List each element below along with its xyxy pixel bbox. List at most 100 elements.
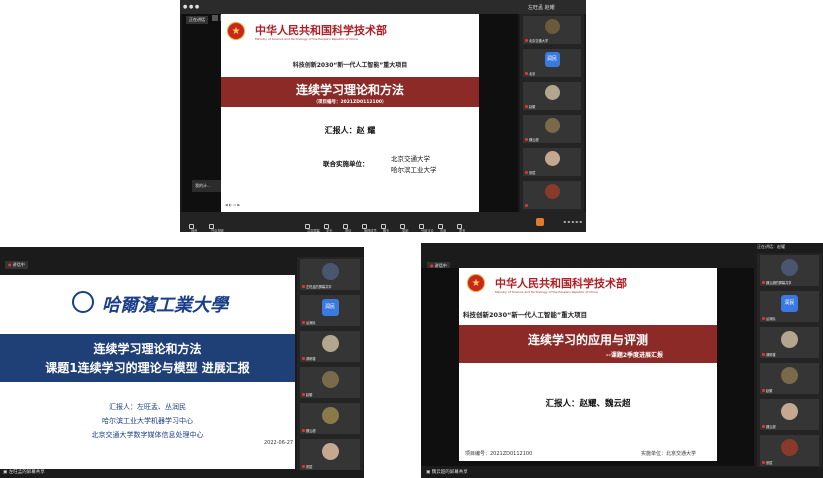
participant-tile[interactable]: 赵耀 bbox=[523, 82, 581, 110]
participant-tile[interactable]: 魏云超的屏幕共享 bbox=[760, 255, 819, 286]
right-share-label: ▣ 魏云超的屏幕共享 bbox=[426, 470, 468, 475]
muted-mic-icon bbox=[302, 357, 305, 360]
participant-name: 调研楼 bbox=[302, 356, 316, 361]
participant-avatar bbox=[781, 367, 798, 384]
participant-avatar bbox=[321, 263, 339, 280]
invite-button[interactable]: 邀请 bbox=[336, 224, 354, 232]
ministry-title: 中华人民共和国科学技术部 bbox=[255, 24, 387, 37]
left-unit-1: 哈尔滨工业大学机器学习中心 bbox=[102, 417, 193, 425]
window-controls[interactable]: ● ● ● bbox=[183, 4, 199, 10]
ministry-english: Ministry of Science and Technology of th… bbox=[255, 37, 358, 41]
unit-1: 北京交通大学 bbox=[391, 155, 430, 163]
right-ministry-title: 中华人民共和国科学技术部 bbox=[495, 277, 627, 290]
right-project-name: 科技创新2030“新一代人工智能”重大项目 bbox=[463, 311, 588, 319]
project-number: （项目编号：2021ZD0112100） bbox=[313, 100, 387, 105]
participant-tile[interactable]: 润民 丛润民 bbox=[300, 295, 360, 326]
participant-name-text: 调研楼 bbox=[766, 353, 776, 357]
right-speaker-label: 正在讲话：赵耀 bbox=[757, 244, 785, 249]
slide-footer-controls[interactable]: ◀ ◐ ▭ ▶ bbox=[225, 203, 240, 207]
right-title-band: 连续学习的应用与评测 --课题2季度进展汇报 bbox=[459, 325, 717, 363]
participant-tile[interactable]: 北京交通大学 bbox=[523, 16, 581, 44]
more-button[interactable]: 更多 bbox=[450, 224, 468, 232]
university-name: 哈爾濱工業大學 bbox=[102, 295, 228, 316]
participant-tile[interactable] bbox=[523, 181, 581, 209]
participant-tile[interactable]: 魏云超 bbox=[300, 403, 360, 434]
left-title-band: 连续学习理论和方法 课题1连续学习的理论与模型 进展汇报 bbox=[0, 334, 295, 382]
chat-button[interactable]: 聊天 bbox=[374, 224, 392, 232]
muted-mic-icon bbox=[525, 171, 528, 174]
participant-tile[interactable]: 左旺孟的屏幕共享 bbox=[300, 259, 360, 290]
pause-button[interactable] bbox=[212, 15, 218, 21]
participant-avatar bbox=[781, 259, 798, 276]
participant-avatar bbox=[544, 184, 560, 199]
participant-tile[interactable]: 张斌 bbox=[300, 439, 360, 470]
muted-mic-icon bbox=[302, 285, 305, 288]
participant-name-text: 赵耀 bbox=[766, 389, 773, 393]
right-slide-subtitle: --课题2季度进展汇报 bbox=[605, 352, 663, 359]
participant-name-text: 北京 bbox=[529, 72, 536, 76]
security-button[interactable]: 安全 bbox=[317, 224, 335, 232]
right-participant-sidebar[interactable]: 魏云超的屏幕共享润民丛润民调研楼赵耀魏云超张斌 bbox=[757, 253, 822, 467]
participant-tile[interactable]: 调研楼 bbox=[760, 327, 819, 358]
participant-name: 赵耀 bbox=[525, 104, 535, 109]
muted-mic-icon bbox=[302, 465, 305, 468]
muted-mic-icon bbox=[525, 72, 528, 75]
participant-avatar bbox=[781, 331, 798, 348]
participant-avatar: 润民 bbox=[781, 295, 798, 312]
national-emblem-icon bbox=[227, 22, 245, 40]
project-name: 科技创新2030“新一代人工智能”重大项目 bbox=[292, 62, 408, 69]
right-reporter: 汇报人：赵耀、魏云超 bbox=[545, 399, 631, 409]
participant-avatar bbox=[544, 151, 560, 166]
muted-mic-icon bbox=[762, 461, 765, 464]
participant-name: 丛润民 bbox=[302, 320, 316, 325]
left-slide-date: 2022-06-27 bbox=[264, 440, 294, 446]
left-shared-slide: 哈爾濱工業大學 连续学习理论和方法 课题1连续学习的理论与模型 进展汇报 汇报人… bbox=[0, 275, 295, 469]
rec-dot-icon: ● bbox=[8, 262, 12, 267]
participants-button[interactable]: 管理成员 bbox=[355, 224, 377, 232]
unit-2: 哈尔滨工业大学 bbox=[391, 166, 437, 174]
participant-name-text: 魏云超 bbox=[766, 425, 776, 429]
participant-tile[interactable]: 张斌 bbox=[523, 148, 581, 176]
right-slide-title: 连续学习的应用与评测 bbox=[527, 333, 648, 347]
system-tray-icons: ▪ ▪ ▪ ▪ ▪ bbox=[563, 219, 582, 224]
recording-indicator bbox=[536, 218, 544, 226]
participant-tile[interactable]: 赵耀 bbox=[760, 363, 819, 394]
participant-name-text: 魏云超 bbox=[306, 429, 316, 433]
participant-tile[interactable]: 润民丛润民 bbox=[760, 291, 819, 322]
participant-tile[interactable]: 魏云超 bbox=[760, 399, 819, 430]
muted-mic-icon bbox=[302, 321, 305, 324]
participant-tile[interactable]: 魏云超 bbox=[523, 115, 581, 143]
slide-title: 连续学习理论和方法 bbox=[295, 83, 404, 97]
participant-tile[interactable]: 调研楼 bbox=[300, 331, 360, 362]
participant-name: 张斌 bbox=[302, 464, 312, 469]
top-shared-slide: 中华人民共和国科学技术部 Ministry of Science and Tec… bbox=[221, 14, 479, 212]
participant-name-text: 丛润民 bbox=[766, 317, 776, 321]
record-button[interactable]: 录制 bbox=[393, 224, 411, 232]
participant-name: 赵耀 bbox=[762, 388, 772, 393]
participant-name: 张斌 bbox=[525, 170, 535, 175]
left-participant-sidebar[interactable]: 左旺孟的屏幕共享润民 丛润民调研楼赵耀魏云超张斌 bbox=[297, 257, 363, 470]
participant-avatar bbox=[544, 19, 560, 34]
participant-tile[interactable]: 润民 北京 bbox=[523, 49, 581, 77]
muted-mic-icon bbox=[302, 429, 305, 432]
mute-button[interactable]: 静音 bbox=[182, 224, 200, 232]
right-shared-slide: 中华人民共和国科学技术部 Ministry of Science and Tec… bbox=[459, 268, 717, 461]
left-slide-title-1: 连续学习理论和方法 bbox=[93, 342, 202, 356]
participant-name: 魏云超 bbox=[525, 137, 539, 142]
apps-button[interactable]: 应用 bbox=[431, 224, 449, 232]
share-screen-button[interactable]: 共享屏幕 bbox=[298, 224, 320, 232]
breakout-button[interactable]: 分组讨论 bbox=[412, 224, 434, 232]
share-icon: ▣ bbox=[3, 470, 8, 475]
participant-name: 赵耀 bbox=[302, 392, 312, 397]
participant-name: 左旺孟的屏幕共享 bbox=[302, 284, 332, 289]
muted-mic-icon bbox=[762, 317, 765, 320]
participant-name: 北京交通大学 bbox=[525, 38, 548, 43]
video-button[interactable]: 开启视频 bbox=[202, 224, 224, 232]
muted-mic-icon bbox=[762, 353, 765, 356]
participant-tile[interactable]: 张斌 bbox=[760, 435, 819, 466]
participant-name-text: 张斌 bbox=[529, 171, 536, 175]
top-participant-sidebar[interactable]: 北京交通大学润民 北京赵耀魏云超张斌 bbox=[520, 14, 584, 212]
participant-avatar bbox=[321, 371, 339, 388]
participant-tile[interactable]: 赵耀 bbox=[300, 367, 360, 398]
left-slide-title-2: 课题1连续学习的理论与模型 进展汇报 bbox=[45, 361, 250, 375]
